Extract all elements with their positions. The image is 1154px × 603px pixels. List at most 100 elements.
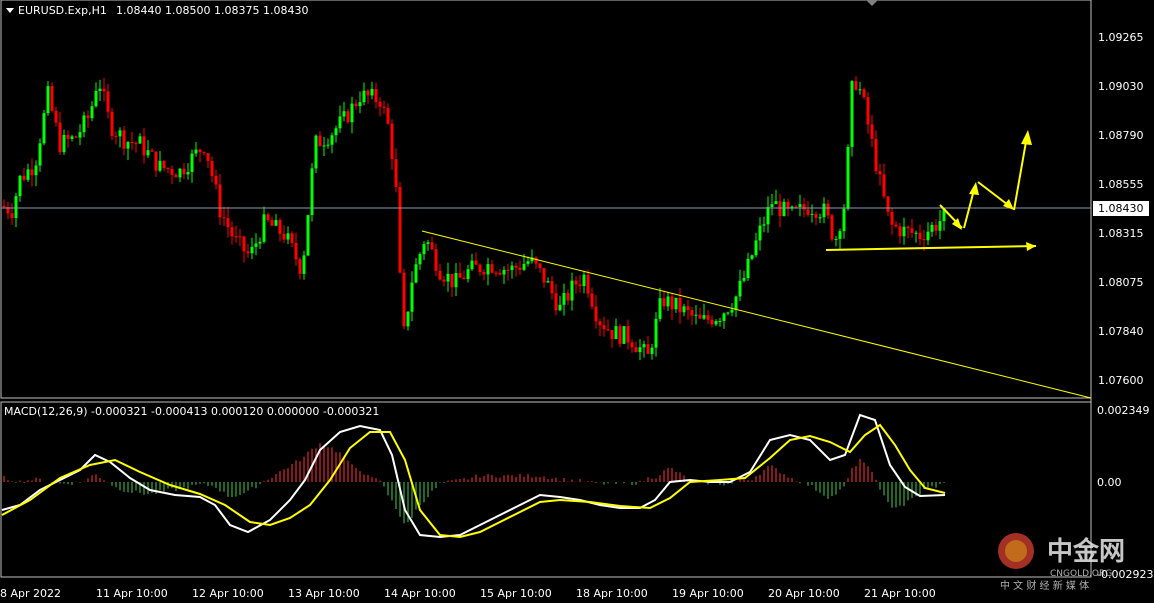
candle-body — [174, 174, 178, 178]
candle-body — [406, 311, 410, 327]
candle-body — [434, 249, 438, 271]
candle-body — [214, 175, 218, 185]
candle-body — [574, 280, 578, 285]
time-label: 15 Apr 10:00 — [480, 587, 552, 600]
candle-body — [610, 330, 614, 340]
price-chart[interactable]: EURUSD.Exp,H1 1.08440 1.08500 1.08375 1.… — [0, 0, 1154, 603]
candle-body — [558, 304, 562, 311]
candle-body — [778, 201, 782, 216]
candle-body — [930, 224, 934, 232]
candle-body — [798, 204, 802, 207]
candle-body — [266, 214, 270, 221]
candle-body — [26, 169, 30, 180]
candle-body — [850, 81, 854, 147]
candle-body — [442, 279, 446, 282]
candle-body — [58, 122, 62, 153]
ohlc-values: 1.08440 1.08500 1.08375 1.08430 — [116, 4, 308, 17]
candle-body — [398, 187, 402, 273]
candle-body — [418, 254, 422, 265]
candle-body — [62, 135, 66, 153]
candle-body — [298, 259, 302, 274]
support-arrow-icon — [1026, 242, 1036, 251]
candle-body — [334, 128, 338, 136]
candle-body — [938, 221, 942, 231]
candle-body — [466, 269, 470, 280]
candle-body — [914, 232, 918, 234]
candle-body — [454, 273, 458, 288]
candle-body — [630, 342, 634, 348]
candle-body — [694, 314, 698, 316]
candle-body — [158, 160, 162, 171]
candle-body — [682, 306, 686, 313]
candle-body — [98, 88, 102, 91]
candle-body — [806, 209, 810, 215]
candle-body — [2, 206, 6, 207]
candle-body — [54, 110, 58, 123]
candle-body — [94, 90, 98, 107]
candle-body — [490, 264, 494, 273]
candle-body — [678, 297, 682, 313]
candle-body — [810, 213, 814, 215]
candle-body — [602, 325, 606, 330]
candle-body — [566, 292, 570, 301]
candle-body — [22, 175, 26, 180]
symbol-menu-icon[interactable] — [6, 8, 14, 13]
time-label: 13 Apr 10:00 — [288, 587, 360, 600]
candle-body — [218, 184, 222, 218]
candle-body — [238, 236, 242, 238]
candle-body — [318, 135, 322, 147]
candle-body — [42, 113, 46, 144]
candle-body — [518, 267, 522, 270]
candle-body — [414, 264, 418, 283]
main-panel-border — [0, 0, 1092, 399]
candle-body — [290, 233, 294, 244]
candle-body — [562, 292, 566, 305]
candle-body — [126, 142, 130, 149]
candle-body — [474, 260, 478, 265]
candle-body — [510, 265, 514, 271]
candle-body — [274, 220, 278, 226]
candle-body — [838, 231, 842, 239]
candle-body — [670, 296, 674, 310]
candle-body — [282, 233, 286, 240]
candle-body — [146, 150, 150, 156]
candle-body — [366, 90, 370, 96]
candle-body — [762, 224, 766, 226]
candle-body — [450, 273, 454, 288]
candle-body — [234, 236, 238, 238]
candle-body — [858, 89, 862, 91]
candle-body — [498, 272, 502, 275]
candle-body — [286, 233, 290, 240]
candle-body — [486, 264, 490, 275]
candle-body — [254, 243, 258, 247]
candle-body — [894, 224, 898, 227]
candle-body — [142, 136, 146, 156]
candle-body — [514, 265, 518, 268]
macd-group — [1, 413, 946, 539]
price-tick: 1.08315 — [1098, 227, 1144, 240]
candle-body — [90, 106, 94, 119]
candle-body — [66, 135, 70, 139]
candle-body — [242, 236, 246, 252]
candle-body — [686, 306, 690, 311]
candle-body — [910, 228, 914, 233]
candle-body — [74, 136, 78, 138]
candle-body — [194, 149, 198, 154]
candle-body — [154, 151, 158, 171]
time-label: 8 Apr 2022 — [0, 587, 61, 600]
candle-body — [190, 153, 194, 172]
candle-body — [718, 320, 722, 322]
candle-body — [18, 175, 22, 197]
candle-body — [730, 309, 734, 313]
candle-body — [650, 347, 654, 354]
time-label: 19 Apr 10:00 — [672, 587, 744, 600]
scroll-marker-icon[interactable] — [866, 0, 878, 6]
support-line — [825, 245, 1037, 251]
candle-body — [122, 130, 126, 149]
candle-body — [714, 321, 718, 325]
candle-body — [802, 204, 806, 210]
time-label: 11 Apr 10:00 — [96, 587, 168, 600]
time-label: 21 Apr 10:00 — [864, 587, 936, 600]
candle-body — [658, 298, 662, 319]
candle-body — [338, 116, 342, 129]
